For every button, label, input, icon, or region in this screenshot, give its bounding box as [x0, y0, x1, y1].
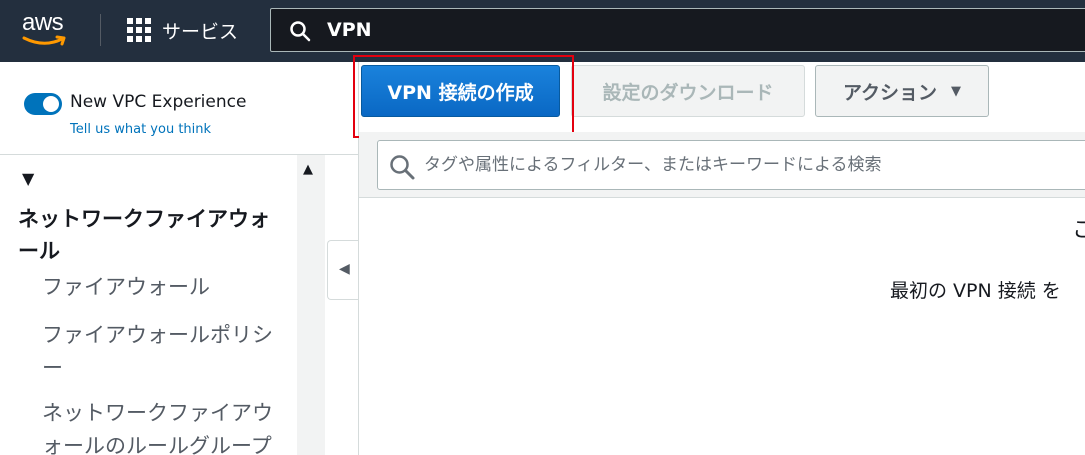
vpc-experience-toggle[interactable]: [24, 93, 62, 115]
empty-state-heading: こ: [1072, 218, 1085, 243]
create-vpn-connection-button[interactable]: VPN 接続の作成: [361, 65, 560, 117]
aws-smile-icon: [22, 35, 66, 46]
services-menu-button[interactable]: サービス: [127, 14, 238, 46]
filter-area: [359, 132, 1085, 198]
nav-divider: [100, 14, 101, 46]
caret-down-icon[interactable]: ▼: [22, 169, 34, 188]
search-input[interactable]: [327, 15, 1027, 45]
feedback-link[interactable]: Tell us what you think: [70, 122, 211, 137]
toolbar: VPN 接続の作成 設定のダウンロード アクション ▼: [359, 62, 1085, 132]
empty-state-message: 最初の VPN 接続 を: [890, 280, 1061, 302]
sidebar-section-title[interactable]: ネットワークファイアウォール: [18, 203, 288, 267]
collapse-sidebar-button[interactable]: ◀: [327, 240, 359, 300]
filter-box[interactable]: [377, 140, 1085, 190]
sidebar: New VPC Experience Tell us what you thin…: [0, 62, 360, 455]
aws-logo[interactable]: aws: [22, 9, 74, 49]
actions-dropdown-button[interactable]: アクション ▼: [815, 65, 989, 117]
top-navigation-bar: aws サービス: [0, 0, 1085, 62]
grid-icon: [127, 18, 151, 42]
download-configuration-button[interactable]: 設定のダウンロード: [571, 65, 805, 117]
sidebar-item-firewall[interactable]: ファイアウォール: [42, 271, 292, 304]
sidebar-item-firewall-policy[interactable]: ファイアウォールポリシー: [42, 319, 292, 385]
chevron-down-icon: ▼: [951, 83, 962, 99]
chevron-left-icon: ◀: [339, 261, 350, 277]
toggle-knob: [43, 96, 59, 112]
aws-logo-text: aws: [22, 9, 64, 36]
global-search-box[interactable]: [270, 8, 1085, 52]
sidebar-nav-list: ▼ ネットワークファイアウォール ファイアウォール ファイアウォールポリシー ネ…: [0, 155, 297, 455]
search-icon: [390, 155, 415, 180]
vpc-experience-label: New VPC Experience: [70, 92, 247, 112]
sidebar-item-rule-groups[interactable]: ネットワークファイアウォールのルールグループ: [42, 397, 292, 455]
filter-input[interactable]: [424, 151, 1064, 179]
actions-label: アクション: [842, 81, 938, 104]
services-label: サービス: [162, 20, 239, 43]
search-icon: [290, 21, 311, 42]
sidebar-scrollbar[interactable]: [297, 155, 325, 455]
scroll-up-icon[interactable]: ▲: [303, 162, 313, 177]
